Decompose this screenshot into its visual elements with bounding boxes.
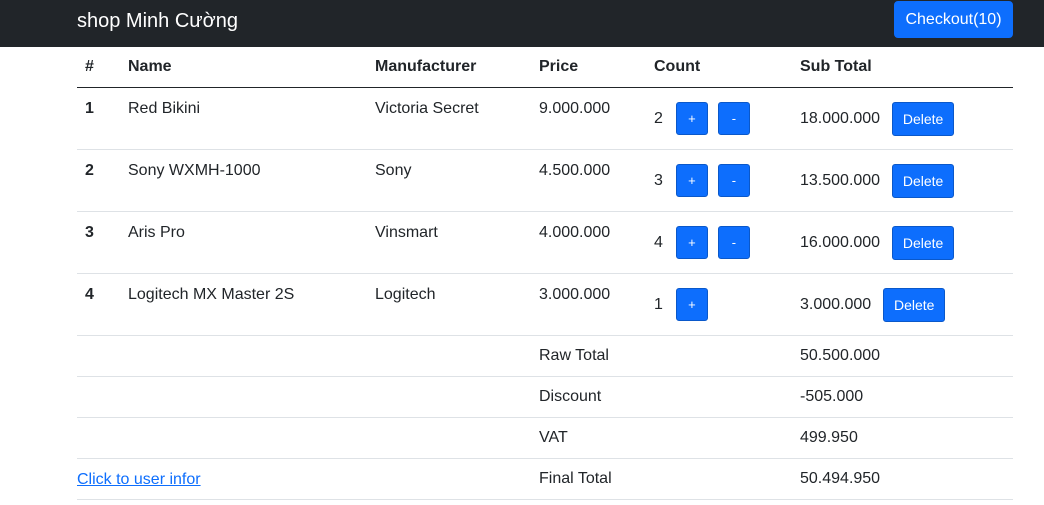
subtotal-value: 16.000.000	[800, 233, 881, 251]
delete-button[interactable]: Delete	[892, 163, 955, 198]
increase-button[interactable]: +	[675, 288, 708, 321]
delete-button[interactable]: Delete	[883, 287, 946, 322]
cart-table-container: # Name Manufacturer Price Count Sub Tota…	[77, 47, 1013, 500]
summary-value: 499.950	[792, 417, 1013, 459]
user-info-link[interactable]: Click to user infor	[77, 471, 201, 489]
summary-value: -505.000	[792, 376, 1013, 418]
decrease-button[interactable]: -	[717, 102, 750, 135]
summary-row-raw-total: Raw Total 50.500.000	[77, 335, 1013, 377]
summary-row-final-total: Final Total 50.494.950	[77, 458, 1013, 500]
subtotal-cell: 13.500.000 Delete	[792, 149, 1013, 212]
summary-value: 50.494.950	[792, 458, 1013, 500]
summary-row-discount: Discount -505.000	[77, 376, 1013, 418]
navbar: shop Minh Cường Checkout(10)	[0, 0, 1044, 47]
header-manufacturer: Manufacturer	[367, 47, 531, 88]
row-index: 3	[77, 211, 120, 274]
summary-label: Raw Total	[531, 335, 646, 377]
product-price: 4.000.000	[531, 211, 646, 274]
decrease-button[interactable]: -	[717, 226, 750, 259]
product-manufacturer: Victoria Secret	[367, 87, 531, 150]
increase-button[interactable]: +	[675, 164, 708, 197]
summary-value: 50.500.000	[792, 335, 1013, 377]
subtotal-cell: 18.000.000 Delete	[792, 87, 1013, 150]
table-row: 3 Aris Pro Vinsmart 4.000.000 4 + - 16.000…	[77, 211, 1013, 274]
subtotal-value: 13.500.000	[800, 171, 881, 189]
summary-label: Discount	[531, 376, 646, 418]
count-value: 2	[654, 109, 663, 127]
product-name: Logitech MX Master 2S	[120, 273, 367, 336]
increase-button[interactable]: +	[675, 102, 708, 135]
product-manufacturer: Vinsmart	[367, 211, 531, 274]
summary-label: VAT	[531, 417, 646, 459]
header-index: #	[77, 47, 120, 88]
product-name: Sony WXMH-1000	[120, 149, 367, 212]
product-price: 4.500.000	[531, 149, 646, 212]
summary-row-vat: VAT 499.950	[77, 417, 1013, 459]
count-value: 3	[654, 171, 663, 189]
delete-button[interactable]: Delete	[892, 101, 955, 136]
table-header-row: # Name Manufacturer Price Count Sub Tota…	[77, 47, 1013, 88]
count-cell: 3 + -	[646, 149, 792, 212]
subtotal-value: 18.000.000	[800, 109, 881, 127]
decrease-button[interactable]: -	[717, 164, 750, 197]
delete-button[interactable]: Delete	[892, 225, 955, 260]
product-price: 3.000.000	[531, 273, 646, 336]
count-cell: 4 + -	[646, 211, 792, 274]
count-cell: 1 +	[646, 273, 792, 336]
table-row: 2 Sony WXMH-1000 Sony 4.500.000 3 + - 13.5…	[77, 149, 1013, 212]
brand-link[interactable]: shop Minh Cường	[77, 9, 238, 33]
count-cell: 2 + -	[646, 87, 792, 150]
product-manufacturer: Sony	[367, 149, 531, 212]
product-name: Red Bikini	[120, 87, 367, 150]
subtotal-cell: 16.000.000 Delete	[792, 211, 1013, 274]
header-subtotal: Sub Total	[792, 47, 1013, 88]
header-name: Name	[120, 47, 367, 88]
product-price: 9.000.000	[531, 87, 646, 150]
table-row: 4 Logitech MX Master 2S Logitech 3.000.0…	[77, 273, 1013, 336]
count-value: 4	[654, 233, 663, 251]
cart-table: # Name Manufacturer Price Count Sub Tota…	[77, 47, 1013, 500]
count-value: 1	[654, 295, 663, 313]
row-index: 2	[77, 149, 120, 212]
subtotal-value: 3.000.000	[800, 295, 872, 313]
subtotal-cell: 3.000.000 Delete	[792, 273, 1013, 336]
table-row: 1 Red Bikini Victoria Secret 9.000.000 2…	[77, 87, 1013, 150]
product-name: Aris Pro	[120, 211, 367, 274]
row-index: 1	[77, 87, 120, 150]
header-count: Count	[646, 47, 792, 88]
header-price: Price	[531, 47, 646, 88]
row-index: 4	[77, 273, 120, 336]
increase-button[interactable]: +	[675, 226, 708, 259]
checkout-button[interactable]: Checkout(10)	[894, 1, 1013, 38]
summary-label: Final Total	[531, 458, 646, 500]
product-manufacturer: Logitech	[367, 273, 531, 336]
